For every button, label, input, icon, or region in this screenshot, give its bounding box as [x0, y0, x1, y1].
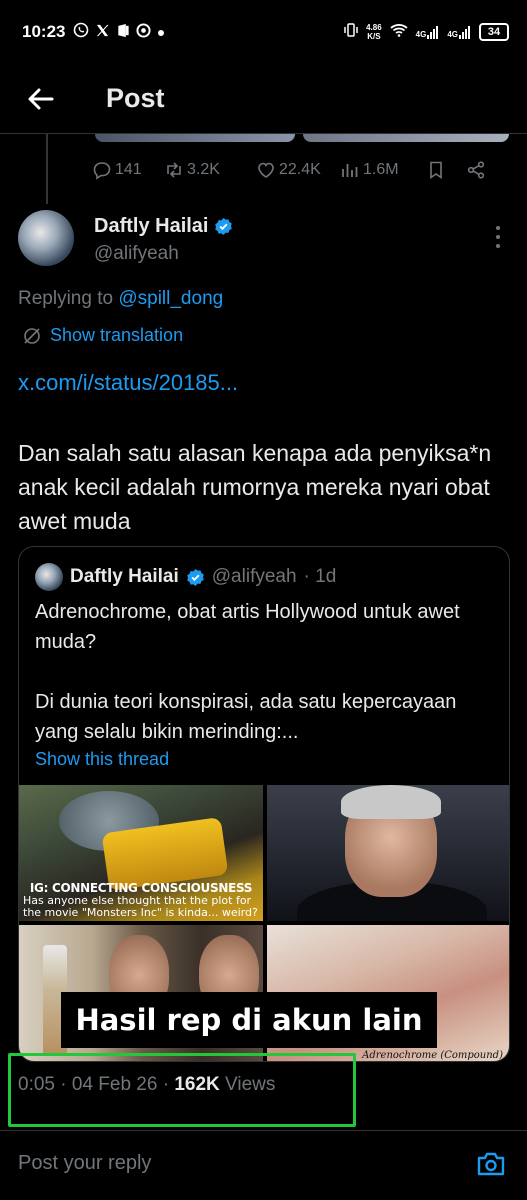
author-avatar[interactable] [18, 210, 74, 266]
notification-icons [73, 22, 165, 42]
x-logo-icon [95, 23, 110, 42]
signal-2: 4G [447, 25, 471, 39]
quoted-post[interactable]: Daftly Hailai @alifyeah · 1d Adrenochrom… [18, 546, 510, 1062]
network-speed: 4.86 K/S [366, 23, 382, 41]
network-speed-value: 4.86 [366, 22, 382, 32]
bookmark-icon [430, 161, 442, 180]
views-chart-icon [342, 164, 358, 177]
status-time: 10:23 [22, 22, 66, 41]
verified-badge-icon [215, 217, 233, 236]
show-this-thread-link[interactable]: Show this thread [35, 749, 169, 770]
thread-line [46, 134, 48, 204]
translate-icon [24, 327, 40, 344]
media-image-portrait[interactable] [267, 785, 509, 921]
back-button[interactable] [20, 78, 62, 120]
top-app-bar: Post [0, 64, 527, 134]
verified-badge-icon [187, 568, 204, 586]
repost-icon [167, 162, 181, 178]
page-title: Post [106, 83, 165, 113]
quote-paragraph-2: Di dunia teori konspirasi, ada satu kepe… [35, 691, 457, 743]
meme-text: Has anyone else thought that the plot fo… [23, 894, 258, 919]
reply-icon [93, 162, 111, 180]
quote-text: Adrenochrome, obat artis Hollywood untuk… [35, 597, 495, 747]
overlay-caption: Hasil rep di akun lain [61, 992, 437, 1048]
views-action[interactable]: 1.6M [340, 160, 426, 180]
reply-action[interactable]: 141 [92, 160, 164, 180]
signal-1: 4G [416, 25, 440, 39]
image-caption: Adrenochrome (Compound) [362, 1050, 503, 1061]
previous-post-image[interactable] [95, 134, 509, 142]
quote-avatar [35, 563, 63, 591]
heart-icon [258, 162, 274, 178]
meme-caption: IG: CONNECTING CONSCIOUSNESS Has anyone … [19, 879, 263, 921]
repost-count: 3.2K [187, 161, 220, 178]
wifi-icon [390, 23, 408, 40]
back-arrow-icon [28, 88, 54, 109]
quote-time: · 1d [303, 566, 337, 587]
replying-prefix: Replying to [18, 288, 114, 309]
author-name[interactable]: Daftly Hailai [94, 215, 208, 238]
more-options-icon[interactable] [488, 226, 508, 248]
reply-count: 141 [115, 161, 142, 178]
author-name-row[interactable]: Daftly Hailai [94, 215, 233, 238]
quote-author-name: Daftly Hailai [70, 566, 179, 587]
signal-bars-icon [427, 25, 439, 39]
vibrate-icon [344, 22, 358, 41]
highlight-box [8, 1053, 356, 1127]
signal-2-label: 4G [447, 29, 458, 39]
like-action[interactable]: 22.4K [256, 160, 340, 180]
status-bar: 10:23 4.86 K/S 4G 4G 34 [0, 0, 527, 64]
author-handle[interactable]: @alifyeah [94, 243, 179, 265]
quote-paragraph-1: Adrenochrome, obat artis Hollywood untuk… [35, 601, 460, 653]
show-translation-button[interactable]: Show translation [22, 325, 183, 346]
replying-to: Replying to @spill_dong [18, 288, 223, 310]
quote-header: Daftly Hailai @alifyeah · 1d [35, 563, 336, 591]
previous-post-actions: 141 3.2K 22.4K 1.6M [92, 154, 510, 186]
share-action[interactable] [466, 160, 486, 180]
office-icon [116, 23, 130, 42]
meme-title: IG: CONNECTING CONSCIOUSNESS [29, 881, 253, 895]
post-body: Dan salah satu alasan kenapa ada penyiks… [18, 440, 492, 534]
signal-bars-icon [459, 25, 470, 39]
repost-action[interactable]: 3.2K [164, 160, 256, 180]
status-link[interactable]: x.com/i/status/20185... [18, 370, 238, 396]
bookmark-action[interactable] [426, 160, 466, 180]
battery-indicator: 34 [479, 22, 509, 41]
reply-input[interactable]: Post your reply [18, 1152, 151, 1175]
network-speed-unit: K/S [367, 31, 381, 41]
media-image-meme[interactable]: IG: CONNECTING CONSCIOUSNESS Has anyone … [19, 785, 263, 921]
whatsapp-icon [73, 22, 89, 42]
quote-author-handle: @alifyeah [211, 566, 297, 587]
share-icon [467, 161, 485, 179]
dot-icon [157, 24, 165, 41]
signal-1-label: 4G [415, 29, 427, 39]
app-icon [136, 22, 152, 42]
divider [0, 1130, 527, 1131]
show-translation-label[interactable]: Show translation [50, 325, 183, 346]
status-right: 4.86 K/S 4G 4G 34 [344, 22, 509, 41]
views-count: 1.6M [363, 161, 399, 178]
like-count: 22.4K [279, 161, 321, 178]
replying-mention-link[interactable]: @spill_dong [118, 288, 223, 309]
camera-icon [477, 1152, 505, 1176]
camera-button[interactable] [476, 1150, 506, 1178]
